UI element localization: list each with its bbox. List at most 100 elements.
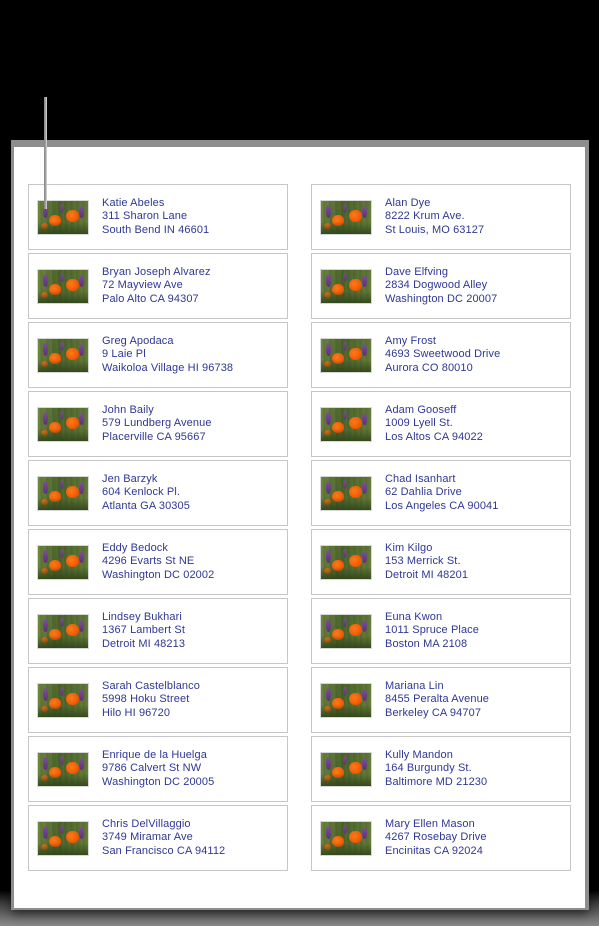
contact-address-block: Kully Mandon 164 Burgundy St. Baltimore MD… [385, 749, 487, 790]
contact-name: Mary Ellen Mason [385, 817, 475, 830]
contact-name: Eddy Bedock [102, 541, 169, 554]
contact-address-block: Mariana Lin 8455 Peralta Avenue Berkeley C… [385, 680, 489, 721]
contact-name: Euna Kwon [385, 610, 443, 623]
contact-street: 2834 Dogwood Alley [385, 279, 488, 292]
contact-city-state-zip: Hilo HI 96720 [102, 706, 171, 719]
label-column-2: Alan Dye 8222 Krum Ave. St Louis, MO 63127… [311, 184, 571, 908]
contact-street: 1009 Lyell St. [385, 417, 453, 430]
contact-address-block: Sarah Castelblanco 5998 Hoku Street Hilo H… [102, 680, 200, 721]
contact-street: 4296 Evarts St NE [102, 555, 195, 568]
contact-name: Alan Dye [385, 196, 431, 209]
wildflower-photo-icon [37, 820, 89, 856]
contact-label-card[interactable]: Dave Elfving 2834 Dogwood Alley Washington… [311, 253, 571, 319]
wildflower-photo-icon [37, 337, 89, 373]
contact-label-card[interactable]: Chad Isanhart 62 Dahlia Drive Los Angeles … [311, 460, 571, 526]
contact-address-block: Euna Kwon 1011 Spruce Place Boston MA 2108 [385, 611, 479, 652]
contact-name: Lindsey Bukhari [102, 610, 182, 623]
wildflower-photo-icon [320, 682, 372, 718]
contact-label-card[interactable]: Alan Dye 8222 Krum Ave. St Louis, MO 63127 [311, 184, 571, 250]
contact-street: 1367 Lambert St [102, 624, 185, 637]
contact-street: 72 Mayview Ave [102, 279, 183, 292]
contact-address-block: Eddy Bedock 4296 Evarts St NE Washington D… [102, 542, 214, 583]
wildflower-photo-icon [37, 406, 89, 442]
contact-street: 1011 Spruce Place [385, 624, 480, 637]
contact-street: 579 Lundberg Avenue [102, 417, 212, 430]
contact-address-block: Mary Ellen Mason 4267 Rosebay Drive Encini… [385, 818, 487, 859]
contact-city-state-zip: Aurora CO 80010 [385, 361, 473, 374]
contact-label-card[interactable]: Mariana Lin 8455 Peralta Avenue Berkeley C… [311, 667, 571, 733]
label-sheet-columns: Katie Abeles 311 Sharon Lane South Bend IN… [14, 147, 585, 908]
contact-label-card[interactable]: Greg Apodaca 9 Laie Pl Waikoloa Village HI… [28, 322, 288, 388]
contact-city-state-zip: Atlanta GA 30305 [102, 499, 190, 512]
contact-label-card[interactable]: Chris DelVillaggio 3749 Miramar Ave San Fr… [28, 805, 288, 871]
contact-city-state-zip: Baltimore MD 21230 [385, 775, 488, 788]
contact-name: Chad Isanhart [385, 472, 456, 485]
contact-label-card[interactable]: Bryan Joseph Alvarez 72 Mayview Ave Palo A… [28, 253, 288, 319]
contact-address-block: Chris DelVillaggio 3749 Miramar Ave San Fr… [102, 818, 225, 859]
contact-city-state-zip: Detroit MI 48201 [385, 568, 469, 581]
wildflower-photo-icon [320, 751, 372, 787]
contact-name: Jen Barzyk [102, 472, 158, 485]
contact-address-block: Katie Abeles 311 Sharon Lane South Bend IN… [102, 197, 209, 238]
wildflower-photo-icon [320, 268, 372, 304]
contact-city-state-zip: Washington DC 02002 [102, 568, 215, 581]
contact-address-block: Bryan Joseph Alvarez 72 Mayview Ave Palo A… [102, 266, 211, 307]
contact-label-card[interactable]: John Baily 579 Lundberg Avenue Placerville… [28, 391, 288, 457]
contact-address-block: Amy Frost 4693 Sweetwood Drive Aurora CO 8… [385, 335, 500, 376]
contact-street: 164 Burgundy St. [385, 762, 472, 775]
contact-address-block: Adam Gooseff 1009 Lyell St. Los Altos CA 9… [385, 404, 483, 445]
contact-label-card[interactable]: Amy Frost 4693 Sweetwood Drive Aurora CO 8… [311, 322, 571, 388]
contact-city-state-zip: Berkeley CA 94707 [385, 706, 482, 719]
contact-city-state-zip: Los Altos CA 94022 [385, 430, 483, 443]
wildflower-photo-icon [320, 544, 372, 580]
contact-street: 604 Kenlock Pl. [102, 486, 181, 499]
contact-city-state-zip: Washington DC 20007 [385, 292, 498, 305]
wildflower-photo-icon [320, 199, 372, 235]
contact-address-block: Lindsey Bukhari 1367 Lambert St Detroit MI… [102, 611, 185, 652]
contact-city-state-zip: Los Angeles CA 90041 [385, 499, 499, 512]
contact-address-block: Greg Apodaca 9 Laie Pl Waikoloa Village HI… [102, 335, 233, 376]
contact-street: 3749 Miramar Ave [102, 831, 193, 844]
contact-label-card[interactable]: Sarah Castelblanco 5998 Hoku Street Hilo H… [28, 667, 288, 733]
wildflower-photo-icon [320, 475, 372, 511]
contact-street: 62 Dahlia Drive [385, 486, 462, 499]
wildflower-photo-icon [320, 337, 372, 373]
contact-address-block: Jen Barzyk 604 Kenlock Pl. Atlanta GA 3030… [102, 473, 190, 514]
contact-name: Dave Elfving [385, 265, 449, 278]
contact-label-card[interactable]: Eddy Bedock 4296 Evarts St NE Washington D… [28, 529, 288, 595]
contact-label-card[interactable]: Lindsey Bukhari 1367 Lambert St Detroit MI… [28, 598, 288, 664]
contact-street: 8222 Krum Ave. [385, 210, 465, 223]
contact-street: 8455 Peralta Avenue [385, 693, 490, 706]
wildflower-photo-icon [37, 682, 89, 718]
contact-label-card[interactable]: Kim Kilgo 153 Merrick St. Detroit MI 48201 [311, 529, 571, 595]
contact-street: 4267 Rosebay Drive [385, 831, 487, 844]
contact-name: Chris DelVillaggio [102, 817, 191, 830]
contact-street: 311 Sharon Lane [102, 210, 188, 223]
contact-city-state-zip: Palo Alto CA 94307 [102, 292, 199, 305]
contact-name: John Baily [102, 403, 154, 416]
contact-label-card[interactable]: Enrique de la Huelga 9786 Calvert St NW Wa… [28, 736, 288, 802]
contact-street: 5998 Hoku Street [102, 693, 190, 706]
contact-label-card[interactable]: Kully Mandon 164 Burgundy St. Baltimore MD… [311, 736, 571, 802]
contact-address-block: Chad Isanhart 62 Dahlia Drive Los Angeles … [385, 473, 499, 514]
contact-address-block: Enrique de la Huelga 9786 Calvert St NW Wa… [102, 749, 214, 790]
contact-name: Bryan Joseph Alvarez [102, 265, 211, 278]
contact-name: Greg Apodaca [102, 334, 174, 347]
contact-label-card[interactable]: Euna Kwon 1011 Spruce Place Boston MA 2108 [311, 598, 571, 664]
contact-name: Mariana Lin [385, 679, 444, 692]
contact-street: 9786 Calvert St NW [102, 762, 202, 775]
contact-label-card[interactable]: Katie Abeles 311 Sharon Lane South Bend IN… [28, 184, 288, 250]
wildflower-photo-icon [37, 544, 89, 580]
wildflower-photo-icon [37, 751, 89, 787]
contact-city-state-zip: Boston MA 2108 [385, 637, 468, 650]
contact-name: Adam Gooseff [385, 403, 457, 416]
contact-name: Sarah Castelblanco [102, 679, 200, 692]
contact-street: 9 Laie Pl [102, 348, 146, 361]
contact-label-card[interactable]: Jen Barzyk 604 Kenlock Pl. Atlanta GA 3030… [28, 460, 288, 526]
contact-city-state-zip: Encinitas CA 92024 [385, 844, 483, 857]
wildflower-photo-icon [37, 475, 89, 511]
contact-city-state-zip: Washington DC 20005 [102, 775, 215, 788]
contact-label-card[interactable]: Adam Gooseff 1009 Lyell St. Los Altos CA 9… [311, 391, 571, 457]
contact-street: 4693 Sweetwood Drive [385, 348, 501, 361]
contact-label-card[interactable]: Mary Ellen Mason 4267 Rosebay Drive Encini… [311, 805, 571, 871]
